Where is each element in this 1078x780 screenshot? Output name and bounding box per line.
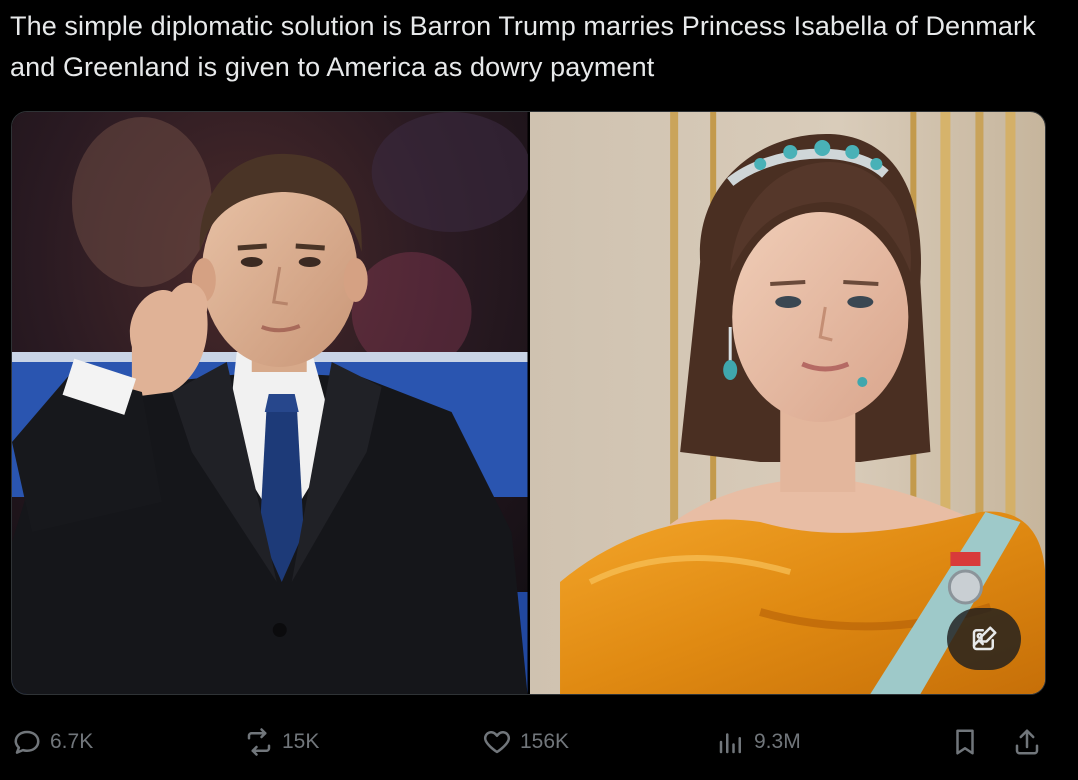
post-text: The simple diplomatic solution is Barron… (10, 11, 1036, 82)
reply-button[interactable]: 6.7K (12, 718, 93, 766)
repost-count: 15K (282, 730, 320, 753)
share-button[interactable] (1012, 718, 1042, 766)
share-upload-icon (1012, 727, 1042, 757)
edit-image-button[interactable] (947, 608, 1021, 670)
photo-woman-in-orange-dress[interactable] (529, 112, 1045, 694)
post: The simple diplomatic solution is Barron… (0, 0, 1078, 780)
reply-icon (12, 727, 42, 757)
bookmark-icon (950, 727, 980, 757)
heart-icon (482, 727, 512, 757)
photo-woman-illustration (529, 112, 1045, 694)
image-edit-icon (969, 624, 999, 654)
views-chart-icon (716, 727, 746, 757)
like-button[interactable]: 156K (482, 718, 569, 766)
photo-man-illustration (12, 112, 528, 694)
like-count: 156K (520, 730, 570, 753)
photo-man-raising-hand[interactable] (12, 112, 528, 694)
repost-button[interactable]: 15K (244, 718, 319, 766)
views-button[interactable]: 9.3M (716, 718, 801, 766)
reply-count: 6.7K (50, 730, 94, 753)
bookmark-button[interactable] (950, 718, 980, 766)
repost-icon (244, 727, 274, 757)
media-grid[interactable] (11, 111, 1046, 695)
post-actions: 6.7K 15K 156K 9.3M (0, 718, 1078, 766)
view-count: 9.3M (754, 730, 801, 753)
